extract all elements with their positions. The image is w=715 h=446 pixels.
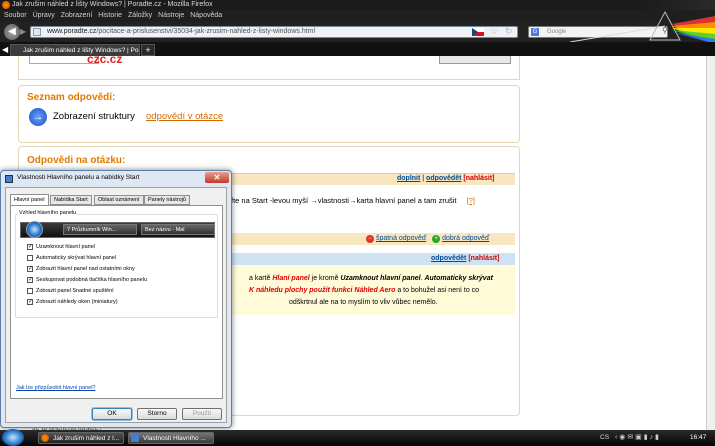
dialog-title: Vlastnosti Hlavního panelu a nabídky Sta… (17, 174, 140, 181)
answer2-nahlasit-link[interactable]: [nahlásit] (468, 255, 499, 262)
answer1-actions: doplnit | odpovědět [nahlásit] (397, 175, 495, 182)
answer2-text: a kartě Hlaní panel je kromě Uzamknout h… (231, 265, 515, 315)
new-tab-button[interactable]: + (141, 44, 155, 56)
scrollbar-right[interactable] (706, 56, 715, 430)
menu-historie[interactable]: Historie (98, 10, 122, 22)
nahlasit-link[interactable]: [nahlásit] (463, 175, 494, 182)
google-icon: G (531, 28, 539, 36)
partial-button[interactable] (439, 56, 511, 64)
preview-item-paint: Bez názvu - Mal (141, 224, 215, 235)
clock[interactable]: 16:47 (690, 434, 706, 441)
top-partial-box: czc.cz (18, 52, 520, 80)
reload-icon[interactable]: ↻ (505, 26, 513, 37)
language-indicator[interactable]: CS (600, 434, 609, 441)
answer2-line2: K náhledu plochy použít funkci Náhled Ae… (249, 287, 480, 294)
tab-oblast-oznameni[interactable]: Oblast oznámení (94, 195, 144, 205)
tray-icons[interactable]: ‹ ◉ ✉ ▣ ▮ ♪ ▮ (615, 433, 659, 441)
firefox-taskbar-icon (41, 434, 49, 442)
answer2-odpovedet-link[interactable]: odpovědět (431, 255, 466, 262)
answer2-line1: a kartě Hlaní panel je kromě Uzamknout h… (249, 275, 493, 282)
menu-soubor[interactable]: Soubor (4, 10, 27, 22)
start-button[interactable] (2, 429, 24, 446)
menu-zobrazeni[interactable]: Zobrazení (61, 10, 93, 22)
menu-nastroje[interactable]: Nástroje (158, 10, 184, 22)
ok-button[interactable]: OK (92, 408, 132, 420)
menu-zalozky[interactable]: Záložky (128, 10, 152, 22)
checkbox-autohide[interactable] (27, 255, 33, 261)
dialog-close-button[interactable]: ✕ (205, 172, 229, 183)
menu-upravy[interactable]: Úpravy (33, 10, 55, 22)
good-answer-link[interactable]: dobrá odpověď (442, 235, 489, 242)
firefox-icon (2, 1, 10, 9)
bookmark-star-icon[interactable]: ☆ (490, 26, 498, 37)
seznam-box: Seznam odpovědí: → Zobrazení struktury o… (18, 85, 520, 143)
start-orb-icon (26, 221, 43, 238)
odpovedet-link[interactable]: odpovědět (426, 175, 461, 182)
czc-logo[interactable]: czc.cz (87, 52, 122, 66)
answer1-rating: − špatná odpověď + dobrá odpověď (231, 233, 515, 245)
checkbox-on-top[interactable]: ✓ (27, 266, 33, 272)
tab-hlavni-panel[interactable]: Hlavní panel (10, 194, 49, 205)
tab-nabidka-start[interactable]: Nabídka Start (50, 195, 92, 205)
taskbar-item-firefox[interactable]: Jak zrušim náhled z l... (38, 432, 124, 444)
taskbar-item-dialog[interactable]: Vlastnosti Hlavního ... (128, 432, 214, 444)
structure-link[interactable]: odpovědí v otázce (146, 111, 223, 122)
cancel-button[interactable]: Storno (137, 408, 177, 420)
menu-napoveda[interactable]: Nápověda (190, 10, 222, 22)
help-link[interactable]: Jak lze přizpůsobit hlavní panel? (16, 385, 96, 391)
answer2-actions: odpovědět [nahlásit] (431, 255, 499, 262)
option-window-previews[interactable]: ✓ Zobrazit náhledy oken (miniatury) (27, 298, 118, 307)
taskbar-properties-dialog: Vlastnosti Hlavního panelu a nabídky Sta… (0, 170, 232, 428)
checkbox-group[interactable]: ✓ (27, 277, 33, 283)
tab-panely-nastroju[interactable]: Panely nástrojů (144, 195, 190, 205)
apply-button[interactable]: Použít (182, 408, 222, 420)
url-path: /pocitace-a-prislusenstvi/35034-jak-zrus… (96, 28, 316, 35)
good-answer-icon: + (432, 235, 441, 243)
dialog-icon (5, 175, 13, 183)
answer2-line3: odškrtnul ale na to myslím to vliv vůbec… (289, 299, 438, 306)
checkbox-previews[interactable]: ✓ (27, 299, 33, 305)
option-autohide[interactable]: Automaticky skrývat hlavní panel (27, 254, 116, 263)
tab-list-button[interactable]: ◀ (2, 45, 8, 54)
appearance-group-label: Vzhled hlavního panelu (18, 210, 78, 216)
checkbox-quick-launch[interactable] (27, 288, 33, 294)
seznam-heading: Seznam odpovědí: (27, 92, 116, 103)
answers-heading: Odpovědi na otázku: (27, 155, 126, 166)
url-domain: www.poradte.cz (47, 28, 97, 35)
answer1-body: fte na Start -levou myší →vlastnosti→kar… (231, 196, 457, 205)
arrow-right-icon: → (29, 108, 47, 126)
option-quick-launch[interactable]: Zobrazit panel Snadné spuštění (27, 287, 114, 296)
back-button[interactable]: ◀ (4, 24, 20, 40)
option-group-buttons[interactable]: ✓ Seskupovat podobná tlačítka hlavního pa… (27, 276, 147, 285)
bad-answer-icon: − (366, 235, 374, 243)
structure-text: Zobrazení struktury (53, 111, 135, 122)
bad-answer-link[interactable]: špatná odpověď (376, 235, 426, 242)
url-bar[interactable]: www.poradte.cz/pocitace-a-prislusenstvi/… (30, 26, 518, 38)
doplnit-link[interactable]: doplnit (397, 175, 420, 182)
dialog-body: Hlavní panel Nabídka Start Oblast oznáme… (5, 187, 227, 423)
dialog-taskbar-icon (131, 434, 139, 442)
option-keep-on-top[interactable]: ✓ Zobrazit hlavní panel nad ostatními okn… (27, 265, 135, 274)
czech-flag-icon (472, 28, 484, 36)
checkbox-lock[interactable]: ✓ (27, 244, 33, 250)
preview-item-explorer: 7 Průzkumník Win... (63, 224, 137, 235)
answer1-text: fte na Start -levou myší →vlastnosti→kar… (231, 196, 475, 205)
answer1-ref[interactable]: [?] (467, 196, 475, 205)
option-lock-taskbar[interactable]: ✓ Uzamknout hlavní panel (27, 243, 95, 252)
site-icon (33, 28, 41, 36)
forward-button[interactable]: ▶ (20, 27, 30, 37)
